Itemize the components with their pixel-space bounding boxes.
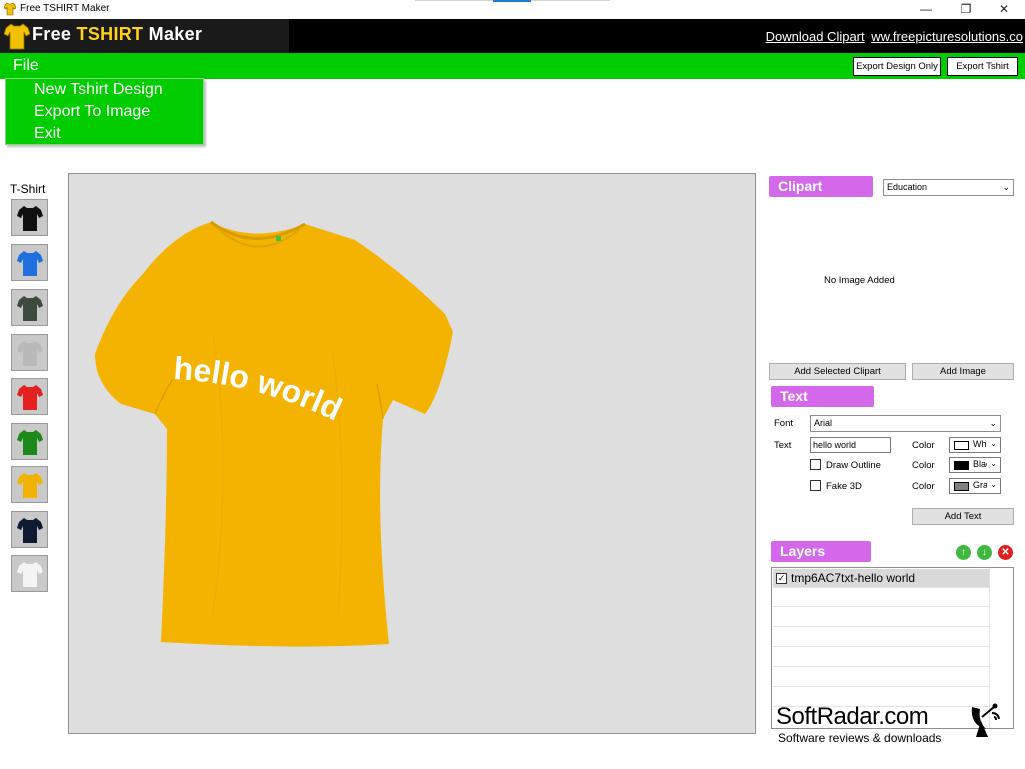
export-design-only-button[interactable]: Export Design Only <box>853 57 941 76</box>
maximize-button[interactable]: ❐ <box>948 0 984 19</box>
layer-visible-checkbox[interactable]: ✓ <box>776 573 787 584</box>
fake-3d-color-swatch <box>954 482 969 491</box>
layer-name: tmp6AC7txt-hello world <box>791 571 916 585</box>
layer-row-empty <box>773 608 989 627</box>
close-window-button[interactable]: ✕ <box>986 0 1022 19</box>
titlebar-decoration <box>415 0 610 2</box>
text-color-swatch <box>954 441 969 450</box>
tshirt-icon <box>16 472 43 498</box>
file-menu-dropdown: New Tshirt Design Export To Image Exit <box>5 78 204 145</box>
draw-outline-label: Draw Outline <box>826 460 881 471</box>
text-color-label: Color <box>912 440 935 451</box>
font-value: Arial <box>814 418 833 428</box>
clipart-section-title: Clipart <box>769 176 873 197</box>
menu-item-export-image[interactable]: Export To Image <box>34 103 150 121</box>
window-titlebar: Free TSHIRT Maker — ❐ ✕ <box>0 0 1025 19</box>
outline-color-swatch <box>954 461 969 470</box>
website-link[interactable]: ww.freepicturesolutions.co <box>871 29 1023 44</box>
text-label: Text <box>774 440 792 451</box>
outline-color-name: Black <box>973 459 987 469</box>
watermark-tagline: Software reviews & downloads <box>778 731 942 745</box>
delete-layer-icon[interactable]: ✕ <box>998 545 1013 560</box>
header-links: Download Clipart ww.freepicturesolutions… <box>766 29 1023 44</box>
minimize-button[interactable]: — <box>908 0 944 19</box>
app-header: Free TSHIRT Maker Download Clipart ww.fr… <box>0 19 1025 53</box>
layer-row-empty <box>773 628 989 647</box>
fake-3d-color-name: Gray <box>973 480 987 490</box>
tshirt-icon <box>16 517 43 543</box>
layers-section-title: Layers <box>771 541 871 562</box>
logo-prefix: Free <box>32 24 72 44</box>
tshirt-icon <box>16 340 43 366</box>
tshirt-color-swatch[interactable] <box>11 511 48 548</box>
text-color-name: White <box>973 439 987 449</box>
file-menu[interactable]: File <box>13 57 39 75</box>
tshirt-color-swatch[interactable] <box>11 466 48 503</box>
tshirt-color-swatch[interactable] <box>11 378 48 415</box>
tshirt-shape <box>95 222 453 647</box>
menu-item-new-design[interactable]: New Tshirt Design <box>34 81 163 99</box>
layer-row[interactable]: ✓ tmp6AC7txt-hello world <box>773 569 989 588</box>
tshirt-icon <box>16 250 43 276</box>
logo-accent: TSHIRT <box>76 24 144 44</box>
layer-row-empty <box>773 668 989 687</box>
tshirt-color-swatch[interactable] <box>11 244 48 281</box>
chevron-down-icon: ⌄ <box>1002 182 1010 192</box>
layer-row-empty <box>773 588 989 607</box>
design-canvas[interactable]: hello world <box>68 173 756 734</box>
download-clipart-link[interactable]: Download Clipart <box>766 29 865 44</box>
chevron-down-icon: ⌄ <box>990 480 997 489</box>
clipart-category-value: Education <box>887 182 928 192</box>
fake-3d-checkbox[interactable] <box>810 480 821 491</box>
tshirt-icon <box>16 561 43 587</box>
menu-bar: File Export Design Only Export Tshirt <box>0 53 1025 79</box>
chevron-down-icon: ⌄ <box>990 439 997 448</box>
window-title: Free TSHIRT Maker <box>20 3 110 14</box>
shirt-tag <box>276 236 281 241</box>
layer-up-icon[interactable]: ↑ <box>956 545 971 560</box>
satellite-dish-icon <box>971 703 1000 737</box>
tshirt-icon <box>16 384 43 410</box>
tshirt-icon <box>16 295 43 321</box>
add-text-button[interactable]: Add Text <box>912 508 1014 525</box>
export-tshirt-button[interactable]: Export Tshirt <box>947 57 1018 76</box>
add-selected-clipart-button[interactable]: Add Selected Clipart <box>769 363 906 380</box>
layer-down-icon[interactable]: ↓ <box>977 545 992 560</box>
softradar-watermark: SoftRadar.com Software reviews & downloa… <box>776 703 1006 747</box>
add-image-button[interactable]: Add Image <box>912 363 1014 380</box>
text-input[interactable] <box>810 437 891 453</box>
clipart-empty-text: No Image Added <box>824 275 895 286</box>
tshirt-color-swatch[interactable] <box>11 334 48 371</box>
logo: Free TSHIRT Maker <box>0 19 289 53</box>
tshirt-color-swatch[interactable] <box>11 555 48 592</box>
tshirt-color-swatch[interactable] <box>11 423 48 460</box>
chevron-down-icon: ⌄ <box>989 418 997 428</box>
draw-outline-checkbox[interactable] <box>810 459 821 470</box>
tshirt-preview: hello world <box>95 220 453 647</box>
tshirt-color-swatch[interactable] <box>11 289 48 326</box>
logo-text: Free TSHIRT Maker <box>32 24 202 45</box>
tshirt-color-swatch[interactable] <box>11 199 48 236</box>
fake-3d-color-picker[interactable]: Gray ⌄ <box>949 478 1001 494</box>
logo-suffix: Maker <box>148 24 203 44</box>
watermark-brand: SoftRadar.com <box>776 703 929 730</box>
fake-3d-color-label: Color <box>912 481 935 492</box>
tshirt-app-icon <box>4 2 16 16</box>
chevron-down-icon: ⌄ <box>990 459 997 468</box>
menu-item-exit[interactable]: Exit <box>34 125 61 143</box>
outline-color-picker[interactable]: Black ⌄ <box>949 457 1001 473</box>
tshirt-logo-icon <box>4 23 30 50</box>
tshirt-icon <box>16 429 43 455</box>
font-select[interactable]: Arial ⌄ <box>810 415 1001 432</box>
tshirt-label: T-Shirt <box>10 182 46 196</box>
outline-color-label: Color <box>912 460 935 471</box>
layer-row-empty <box>773 648 989 667</box>
clipart-category-select[interactable]: Education ⌄ <box>883 179 1014 196</box>
font-label: Font <box>774 418 794 429</box>
fake-3d-label: Fake 3D <box>826 481 862 492</box>
text-section-title: Text <box>771 386 874 407</box>
tshirt-icon <box>16 205 43 231</box>
text-color-picker[interactable]: White ⌄ <box>949 437 1001 453</box>
